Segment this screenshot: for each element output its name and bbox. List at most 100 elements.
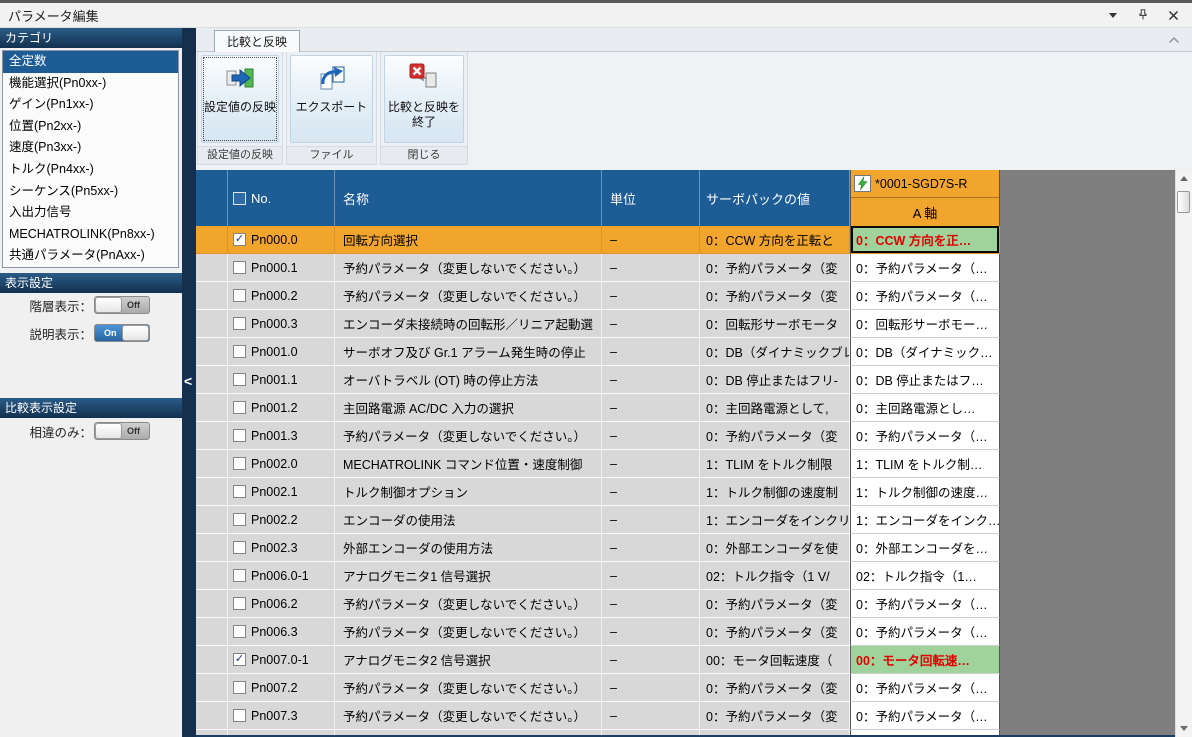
row-selector-cell[interactable]	[196, 506, 228, 534]
row-selector-cell[interactable]	[196, 310, 228, 338]
sidebar-item-category[interactable]: 共通パラメータ(PnAxx-)	[3, 245, 178, 267]
column-header-name[interactable]: 名称	[335, 170, 602, 226]
tab-compare-reflect[interactable]: 比較と反映	[214, 30, 300, 52]
sidebar-item-category[interactable]: シーケンス(Pn5xx-)	[3, 181, 178, 203]
hierarchy-display-toggle[interactable]: Off	[94, 296, 150, 314]
table-row[interactable]: Pn000.1 予約パラメータ（変更しないでください。） – 0：予約パラメータ…	[196, 254, 1175, 282]
axis-value-cell[interactable]: 0：予約パラメータ（…	[850, 282, 1000, 310]
sidebar-item-category[interactable]: 速度(Pn3xx-)	[3, 137, 178, 159]
row-selector-cell[interactable]	[196, 282, 228, 310]
table-row[interactable]: Pn002.3 外部エンコーダの使用方法 – 0：外部エンコーダを使 0：外部エ…	[196, 534, 1175, 562]
row-selector-cell[interactable]	[196, 618, 228, 646]
apply-values-button[interactable]: 設定値の反映	[201, 55, 279, 143]
table-row[interactable]: Pn001.1 オーバトラベル (OT) 時の停止方法 – 0：DB 停止または…	[196, 366, 1175, 394]
table-row[interactable]: Pn002.1 トルク制御オプション – 1：トルク制御の速度制 1：トルク制御…	[196, 478, 1175, 506]
row-selector-cell[interactable]	[196, 338, 228, 366]
table-row[interactable]: Pn002.0 MECHATROLINK コマンド位置・速度制御 – 1：TLI…	[196, 450, 1175, 478]
servo-value-cell[interactable]: 0：予約パラメータ（変	[700, 590, 850, 618]
axis-value-cell[interactable]: 0：DB 停止またはフ…	[850, 366, 1000, 394]
table-row[interactable]: Pn002.2 エンコーダの使用法 – 1：エンコーダをインクリメ 1：エンコー…	[196, 506, 1175, 534]
axis-value-cell[interactable]: 0：予約パラメータ（…	[850, 422, 1000, 450]
parameter-checkbox[interactable]	[233, 317, 246, 330]
parameter-checkbox[interactable]	[233, 569, 246, 582]
column-header-servo-value[interactable]: サーボパックの値	[700, 170, 850, 226]
row-selector-cell[interactable]	[196, 702, 228, 730]
servo-value-cell[interactable]: 0：主回路電源として,	[700, 394, 850, 422]
column-header-no[interactable]: No.	[228, 170, 335, 226]
sidebar-item-category[interactable]: 入出力信号	[3, 202, 178, 224]
row-selector-cell[interactable]	[196, 534, 228, 562]
parameter-checkbox[interactable]	[233, 429, 246, 442]
table-row[interactable]: Pn007.2 予約パラメータ（変更しないでください。） – 0：予約パラメータ…	[196, 674, 1175, 702]
sidebar-item-category[interactable]: トルク(Pn4xx-)	[3, 159, 178, 181]
axis-value-cell[interactable]: 1：エンコーダをインク…	[850, 506, 1000, 534]
axis-value-cell[interactable]: 0：予約パラメータ（…	[850, 618, 1000, 646]
end-compare-button[interactable]: 比較と反映を終了	[384, 55, 464, 143]
select-all-checkbox[interactable]	[233, 192, 246, 205]
servo-value-cell[interactable]: 1：TLIM をトルク制限	[700, 450, 850, 478]
table-row[interactable]: Pn001.2 主回路電源 AC/DC 入力の選択 – 0：主回路電源として, …	[196, 394, 1175, 422]
scroll-down-button[interactable]	[1176, 720, 1192, 737]
row-selector-cell[interactable]	[196, 562, 228, 590]
parameter-checkbox[interactable]	[233, 709, 246, 722]
parameter-checkbox[interactable]	[233, 345, 246, 358]
servo-value-cell[interactable]: 1：トルク制御の速度制	[700, 478, 850, 506]
parameter-checkbox[interactable]	[233, 513, 246, 526]
sidebar-collapse-handle[interactable]: <	[182, 28, 196, 737]
parameter-checkbox[interactable]	[233, 457, 246, 470]
table-row[interactable]: Pn000.3 エンコーダ未接続時の回転形／リニア起動選 – 0：回転形サーボモ…	[196, 310, 1175, 338]
close-button[interactable]	[1166, 8, 1180, 22]
servo-value-cell[interactable]: 0：予約パラメータ（変	[700, 422, 850, 450]
axis-value-cell[interactable]: 0：予約パラメータ（…	[850, 590, 1000, 618]
parameter-checkbox[interactable]	[233, 233, 246, 246]
parameter-checkbox[interactable]	[233, 401, 246, 414]
column-header-axis[interactable]: *0001-SGD7S-R A 軸	[850, 170, 1000, 226]
servo-value-cell[interactable]: 0：予約パラメータ（変	[700, 618, 850, 646]
row-selector-cell[interactable]	[196, 674, 228, 702]
table-row[interactable]: Pn007.3 予約パラメータ（変更しないでください。） – 0：予約パラメータ…	[196, 702, 1175, 730]
axis-value-cell[interactable]: 1：TLIM をトルク制…	[850, 450, 1000, 478]
sidebar-item-category[interactable]: MECHATROLINK(Pn8xx-)	[3, 224, 178, 246]
row-selector-cell[interactable]	[196, 366, 228, 394]
servo-value-cell[interactable]: 1：エンコーダをインクリメ	[700, 506, 850, 534]
servo-value-cell[interactable]: 0：予約パラメータ（変	[700, 702, 850, 730]
table-row[interactable]: Pn001.0 サーボオフ及び Gr.1 アラーム発生時の停止 – 0：DB（ダ…	[196, 338, 1175, 366]
scroll-up-button[interactable]	[1176, 170, 1192, 187]
parameter-checkbox[interactable]	[233, 597, 246, 610]
sidebar-item-category[interactable]: ゲイン(Pn1xx-)	[3, 94, 178, 116]
parameter-checkbox[interactable]	[233, 625, 246, 638]
parameter-checkbox[interactable]	[233, 289, 246, 302]
servo-value-cell[interactable]: 00：モータ回転速度（	[700, 646, 850, 674]
servo-value-cell[interactable]: 02：トルク指令（1 V/	[700, 562, 850, 590]
column-header-unit[interactable]: 単位	[602, 170, 700, 226]
axis-value-cell[interactable]: 0：予約パラメータ（…	[850, 674, 1000, 702]
servo-value-cell[interactable]: 0：DB（ダイナミックブレ	[700, 338, 850, 366]
parameter-checkbox[interactable]	[233, 373, 246, 386]
parameter-checkbox[interactable]	[233, 261, 246, 274]
axis-value-cell[interactable]: 0：CCW 方向を正…	[850, 226, 1000, 254]
sidebar-item-category[interactable]: 機能選択(Pn0xx-)	[3, 73, 178, 95]
row-selector-cell[interactable]	[196, 254, 228, 282]
row-selector-cell[interactable]	[196, 422, 228, 450]
pin-button[interactable]	[1136, 8, 1150, 22]
servo-value-cell[interactable]: 0：DB 停止またはフリ-	[700, 366, 850, 394]
table-row[interactable]: Pn000.0 回転方向選択 – 0：CCW 方向を正転と 0：CCW 方向を正…	[196, 226, 1175, 254]
category-list[interactable]: 全定数機能選択(Pn0xx-)ゲイン(Pn1xx-)位置(Pn2xx-)速度(P…	[2, 50, 179, 268]
servo-value-cell[interactable]: 0：CCW 方向を正転と	[700, 226, 850, 254]
axis-value-cell[interactable]: 0：DB（ダイナミック…	[850, 338, 1000, 366]
table-vertical-scrollbar[interactable]	[1175, 170, 1192, 737]
export-button[interactable]: エクスポート	[290, 55, 373, 143]
table-row[interactable]: Pn006.3 予約パラメータ（変更しないでください。） – 0：予約パラメータ…	[196, 618, 1175, 646]
axis-value-cell[interactable]: 00：モータ回転速…	[850, 646, 1000, 674]
sidebar-item-category[interactable]: 位置(Pn2xx-)	[3, 116, 178, 138]
table-row[interactable]: Pn006.2 予約パラメータ（変更しないでください。） – 0：予約パラメータ…	[196, 590, 1175, 618]
row-selector-cell[interactable]	[196, 478, 228, 506]
window-menu-button[interactable]	[1106, 8, 1120, 22]
ribbon-collapse-button[interactable]	[1166, 34, 1182, 46]
row-selector-cell[interactable]	[196, 450, 228, 478]
axis-value-cell[interactable]: 0：予約パラメータ（…	[850, 254, 1000, 282]
diff-only-toggle[interactable]: Off	[94, 422, 150, 440]
row-selector-cell[interactable]	[196, 590, 228, 618]
row-selector-cell[interactable]	[196, 646, 228, 674]
axis-value-cell[interactable]: 0：主回路電源とし…	[850, 394, 1000, 422]
